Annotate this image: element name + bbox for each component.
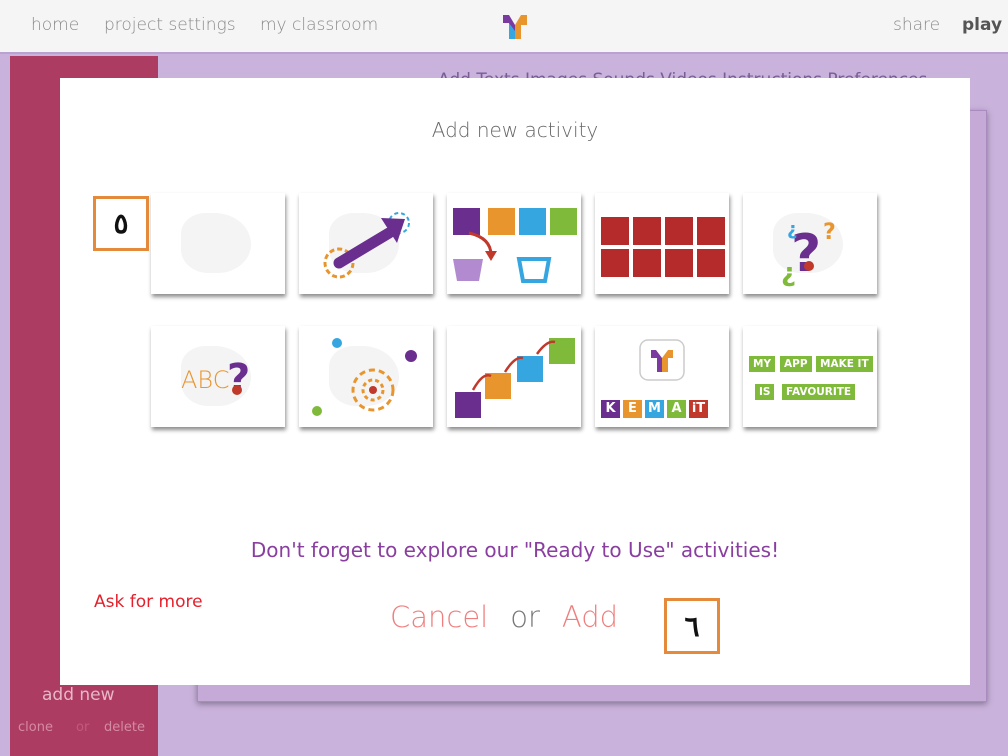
annotation-badge-5: ٥ — [93, 196, 149, 251]
activity-tile-letters[interactable]: ABC ? — [151, 326, 285, 427]
sequence-steps-icon — [455, 338, 575, 418]
arrow-pointing-icon — [323, 212, 410, 279]
nav-my-classroom[interactable]: my classroom — [260, 15, 378, 35]
add-new-link[interactable]: add new — [42, 685, 115, 705]
activity-tile-kemait[interactable]: K E M AiT — [595, 326, 729, 427]
memory-grid-icon — [601, 217, 725, 277]
kemait-letter: K — [601, 400, 620, 418]
sorting-icon — [453, 208, 577, 283]
explore-ready-to-use-text[interactable]: Don't forget to explore our "Ready to Us… — [60, 538, 970, 562]
activity-tile-sequence[interactable] — [447, 326, 581, 427]
clone-link[interactable]: clone — [18, 720, 53, 735]
word-chip: IS — [755, 384, 775, 400]
activity-tile-blank[interactable] — [151, 193, 285, 294]
svg-text:¿: ¿ — [787, 219, 797, 240]
target-icon — [312, 338, 417, 416]
kemait-letter: M — [645, 400, 664, 418]
delete-link[interactable]: delete — [104, 720, 145, 735]
nav-share[interactable]: share — [893, 15, 940, 35]
or-text: or — [510, 600, 540, 634]
activity-tile-sentence[interactable]: MY APP MAKE IT IS FAVOURITE — [743, 326, 877, 427]
modal-title: Add new activity — [431, 118, 599, 142]
watermark-decor — [181, 213, 251, 273]
activity-tile-target[interactable] — [299, 326, 433, 427]
question-marks-icon: ? ? ¿ ¿ — [781, 219, 836, 288]
nav-project-settings[interactable]: project settings — [104, 15, 236, 35]
annotation-badge-6: ٦ — [664, 598, 720, 654]
svg-text:?: ? — [227, 356, 250, 402]
nav-play[interactable]: play — [962, 15, 1002, 35]
word-chip: MY — [749, 356, 776, 372]
activity-tile-question[interactable]: ? ? ¿ ¿ — [743, 193, 877, 294]
word-chip: MAKE IT — [816, 356, 873, 372]
kemait-letter: E — [623, 400, 642, 418]
svg-text:?: ? — [823, 220, 836, 245]
kemait-letter: iT — [689, 400, 708, 418]
nav-home[interactable]: home — [31, 15, 79, 35]
add-activity-modal: Add new activity ? ? ¿ ¿ ABC ? K E M A i… — [60, 78, 970, 685]
ask-for-more-link[interactable]: Ask for more — [94, 592, 203, 612]
abc-question-icon: ABC ? — [181, 356, 250, 402]
kemait-letter: A — [667, 400, 686, 418]
modal-actions: Cancel or Add — [390, 600, 618, 634]
activity-tile-pointing[interactable] — [299, 193, 433, 294]
word-chip: FAVOURITE — [782, 384, 856, 400]
activity-tile-memory[interactable] — [595, 193, 729, 294]
or-text: or — [76, 720, 90, 735]
svg-text:¿: ¿ — [781, 258, 796, 288]
abc-text: ABC — [181, 366, 229, 394]
app-logo-icon[interactable] — [503, 13, 527, 41]
kemait-letters: K E M AiT — [601, 397, 711, 418]
add-button[interactable]: Add — [562, 600, 618, 634]
top-bar: home project settings my classroom share… — [0, 0, 1008, 54]
cancel-button[interactable]: Cancel — [390, 600, 488, 634]
word-chip: APP — [780, 356, 812, 372]
activity-tile-sorting[interactable] — [447, 193, 581, 294]
